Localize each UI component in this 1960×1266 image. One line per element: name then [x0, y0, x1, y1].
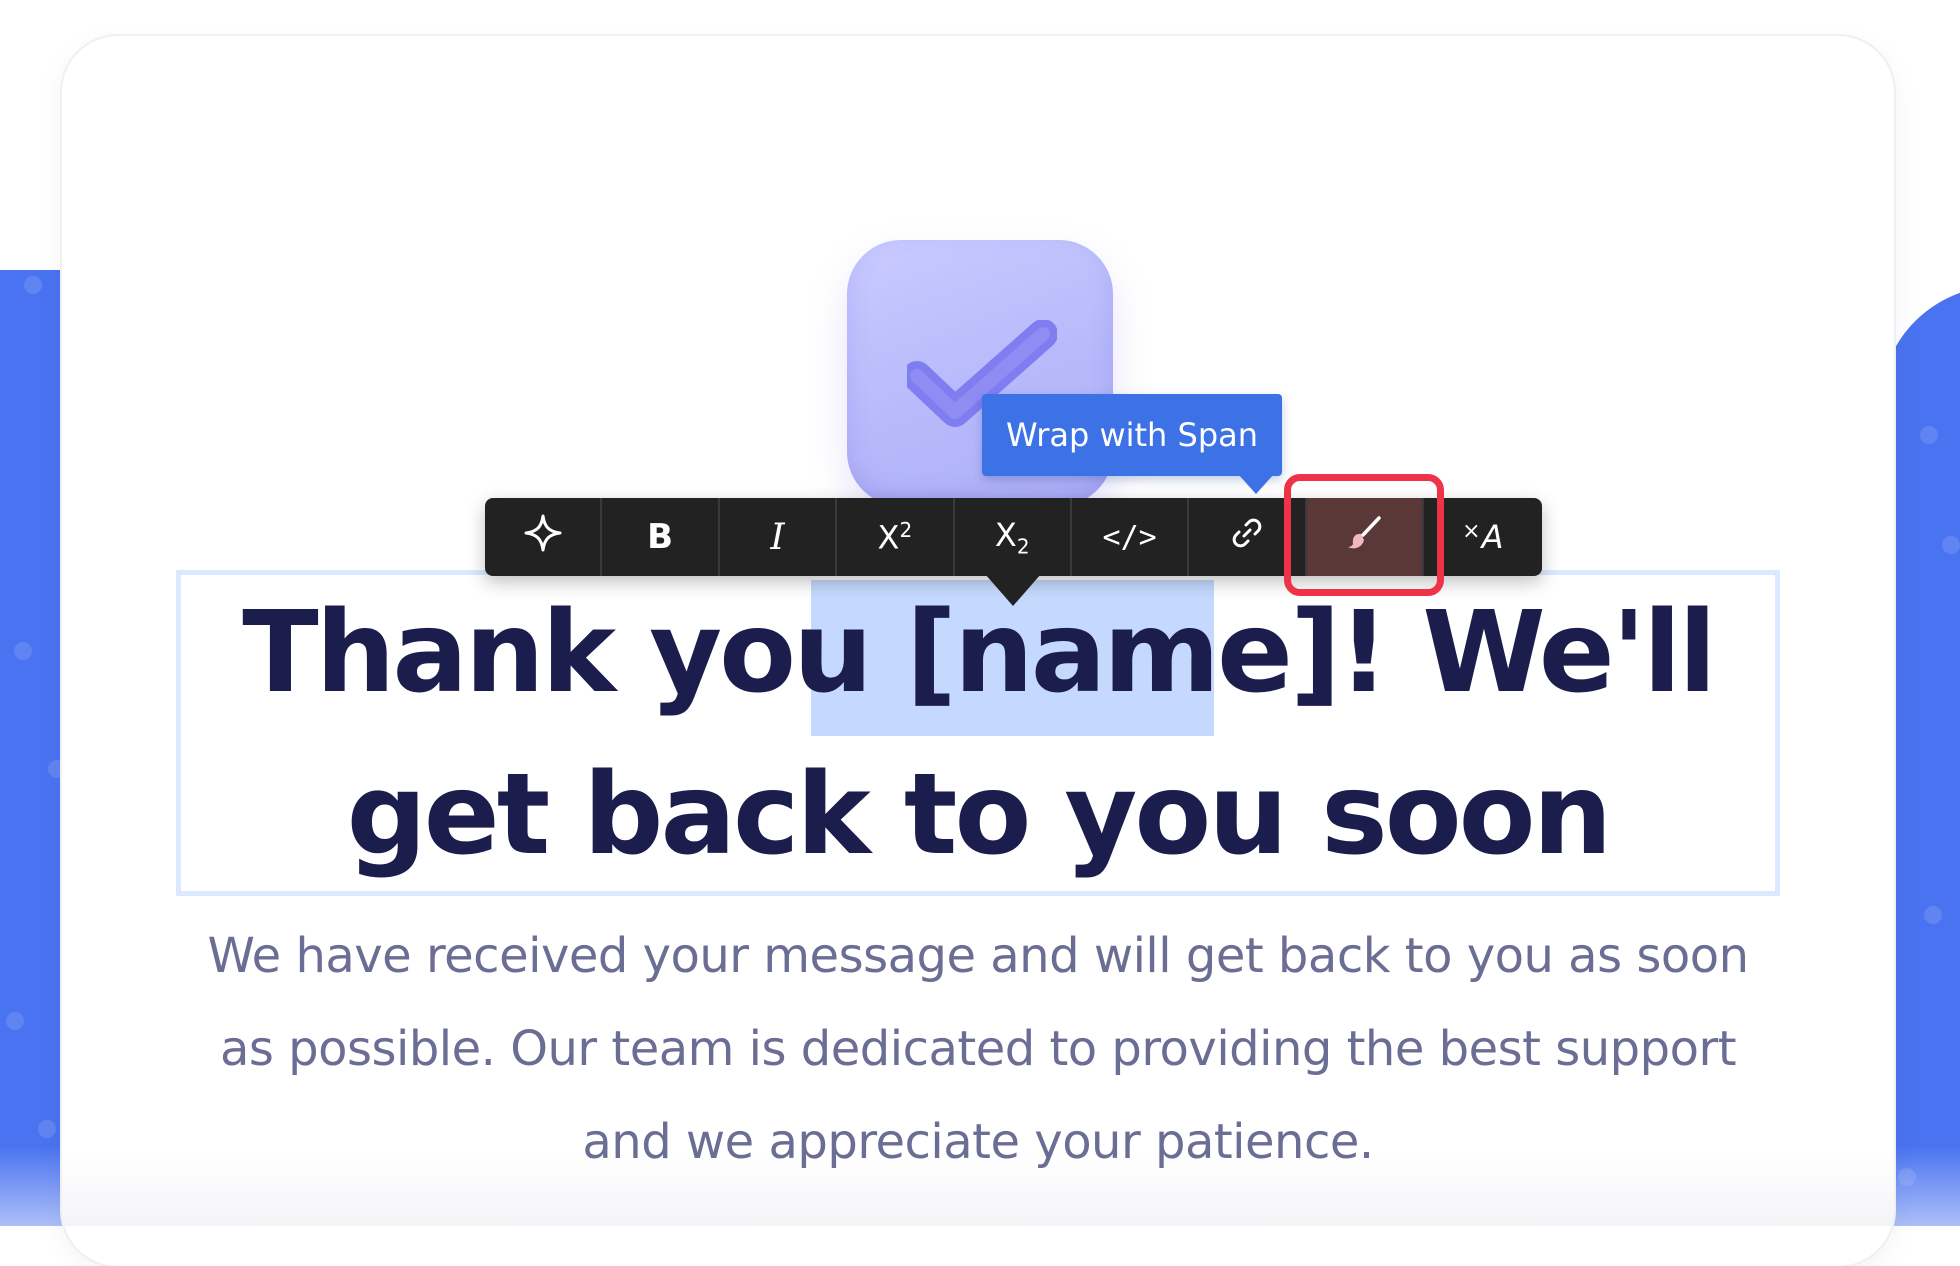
- clear-format-icon: ×A: [1462, 518, 1504, 556]
- subscript-icon: X2: [994, 515, 1030, 559]
- bold-button[interactable]: B: [602, 498, 720, 576]
- name-placeholder[interactable]: [name]: [906, 588, 1341, 718]
- page-title[interactable]: Thank you [name]! We'll get back to you …: [176, 572, 1780, 896]
- confirmation-message[interactable]: We have received your message and will g…: [176, 910, 1780, 1189]
- italic-button[interactable]: I: [720, 498, 838, 576]
- bold-icon: B: [647, 517, 674, 557]
- ai-assist-button[interactable]: [485, 498, 603, 576]
- superscript-icon: X2: [877, 517, 913, 557]
- headline-prefix: Thank you: [242, 588, 906, 718]
- link-icon: [1230, 516, 1264, 558]
- italic-icon: I: [770, 516, 785, 558]
- toolbar-pointer: [985, 574, 1041, 606]
- code-icon: </>: [1102, 519, 1157, 555]
- sparkle-icon: [523, 513, 563, 561]
- wrap-span-tooltip: Wrap with Span: [982, 394, 1282, 476]
- code-button[interactable]: </>: [1072, 498, 1190, 576]
- subscript-button[interactable]: X2: [955, 498, 1072, 576]
- tooltip-text: Wrap with Span: [1005, 416, 1259, 454]
- superscript-button[interactable]: X2: [837, 498, 955, 576]
- tooltip-pointer: [1238, 474, 1274, 494]
- wrap-span-focus-ring: [1284, 474, 1444, 596]
